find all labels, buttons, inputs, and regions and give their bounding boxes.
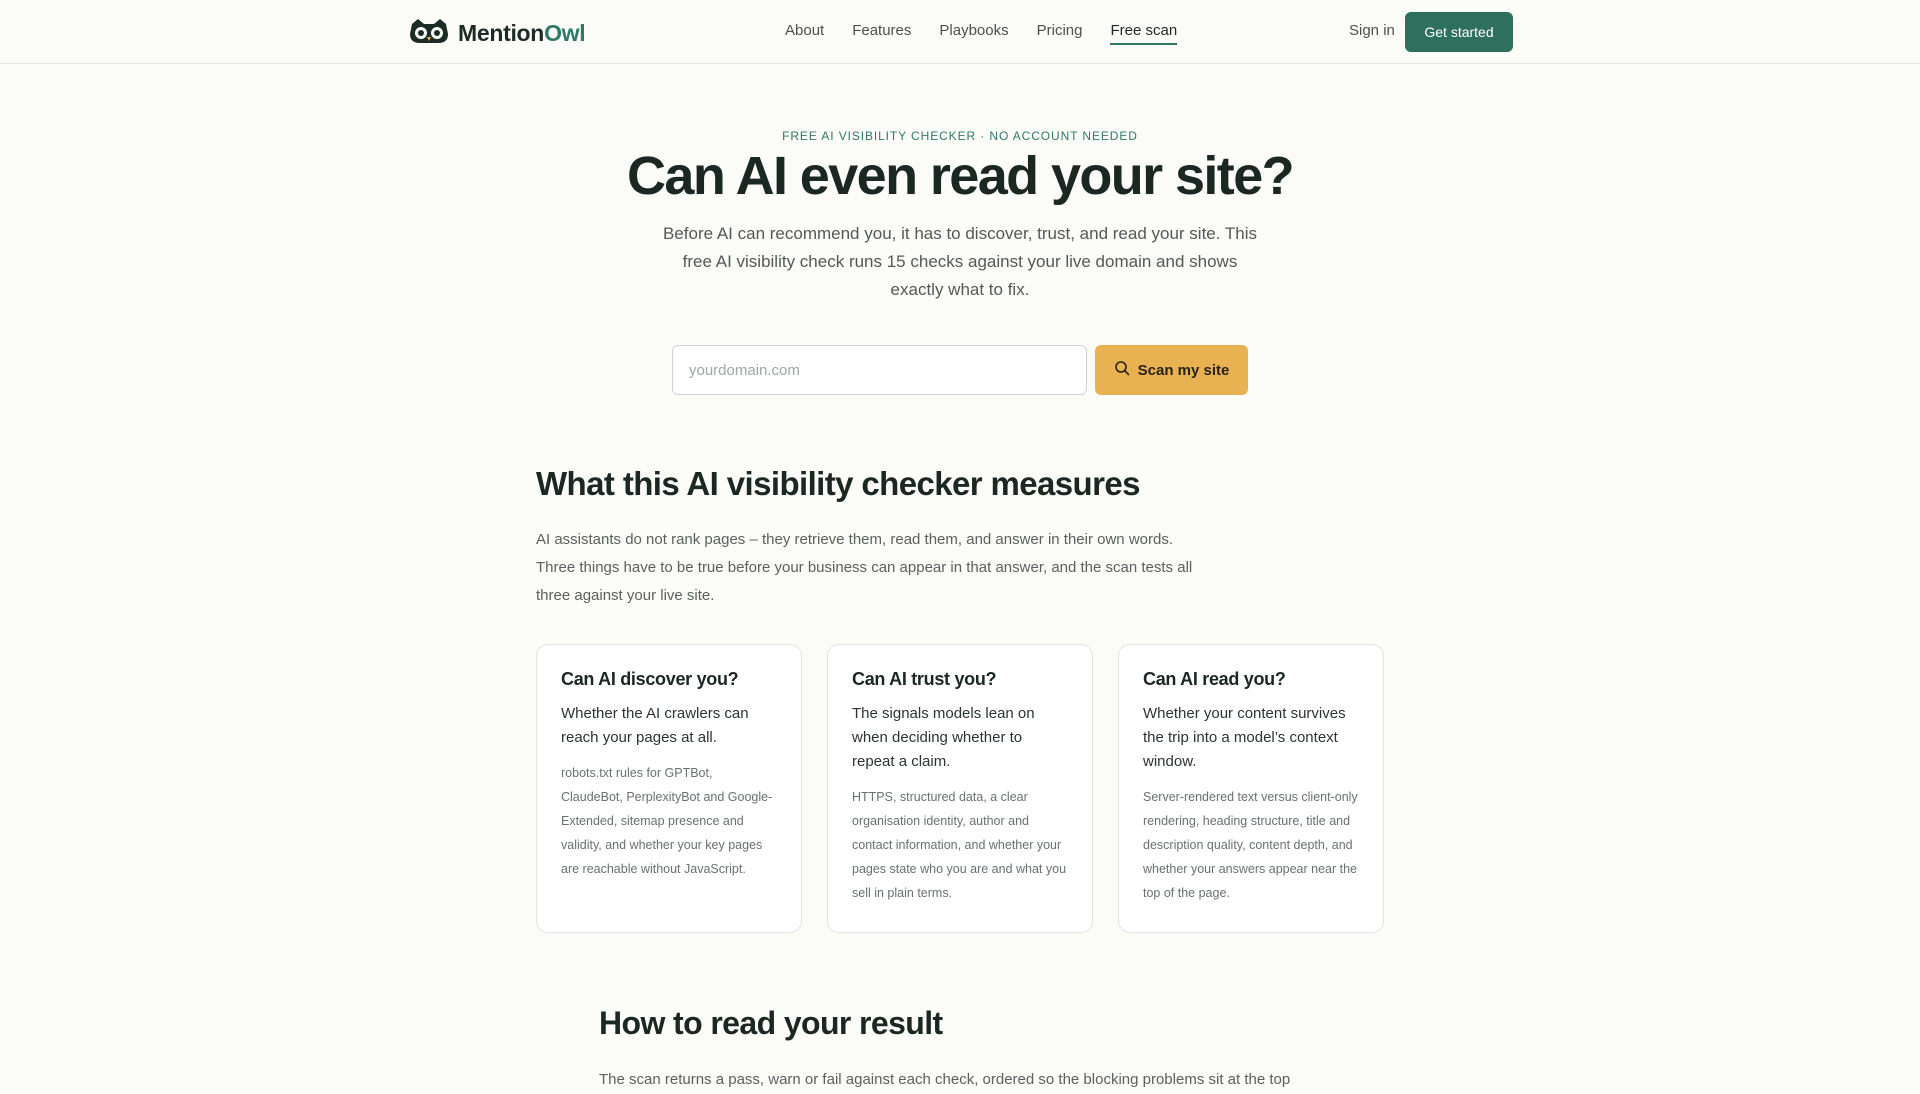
card-detail: Server-rendered text versus client-only …	[1143, 790, 1358, 900]
results-title: How to read your result	[599, 1005, 943, 1041]
brand-logo[interactable]: MentionOwl	[408, 18, 586, 49]
card-read: Can AI read you? Whether your content su…	[1118, 644, 1384, 933]
hero-title: Can AI even read your site?	[626, 146, 1295, 206]
search-icon	[1114, 360, 1130, 380]
card-trust: Can AI trust you? The signals models lea…	[827, 644, 1093, 933]
brand-name: MentionOwl	[458, 20, 586, 46]
card-title: Can AI read you?	[1143, 669, 1286, 689]
nav-playbooks[interactable]: Playbooks	[939, 22, 1008, 45]
card-title: Can AI trust you?	[852, 669, 997, 689]
measures-text: AI assistants do not rank pages – they r…	[536, 531, 1193, 604]
nav-about[interactable]: About	[785, 22, 824, 45]
domain-input[interactable]	[672, 345, 1087, 395]
card-lead: The signals models lean on when deciding…	[852, 705, 1035, 770]
card-title: Can AI discover you?	[561, 669, 739, 689]
main-nav: About Features Playbooks Pricing Free sc…	[785, 22, 1178, 45]
get-started-button[interactable]: Get started	[1405, 12, 1513, 52]
scan-button-label: Scan my site	[1137, 361, 1230, 379]
nav-features[interactable]: Features	[852, 22, 911, 45]
sign-in-link[interactable]: Sign in	[1349, 22, 1395, 39]
card-lead: Whether the AI crawlers can reach your p…	[561, 705, 749, 746]
card-detail: robots.txt rules for GPTBot, ClaudeBot, …	[561, 766, 773, 876]
hero-subtitle: Before AI can recommend you, it has to d…	[662, 224, 1258, 299]
nav-free-scan[interactable]: Free scan	[1110, 22, 1178, 45]
results-text: The scan returns a pass, warn or fail ag…	[599, 1071, 1291, 1088]
card-lead: Whether your content survives the trip i…	[1143, 705, 1346, 770]
hero-eyebrow: FREE AI VISIBILITY CHECKER · NO ACCOUNT …	[782, 129, 1138, 143]
top-nav-bar: MentionOwl About Features Playbooks Pric…	[0, 0, 1920, 64]
card-discover: Can AI discover you? Whether the AI craw…	[536, 644, 802, 933]
card-detail: HTTPS, structured data, a clear organisa…	[852, 790, 1067, 900]
owl-icon	[408, 18, 450, 49]
measures-title: What this AI visibility checker measures	[536, 465, 1140, 502]
nav-pricing[interactable]: Pricing	[1037, 22, 1083, 45]
scan-my-site-button[interactable]: Scan my site	[1095, 345, 1248, 395]
